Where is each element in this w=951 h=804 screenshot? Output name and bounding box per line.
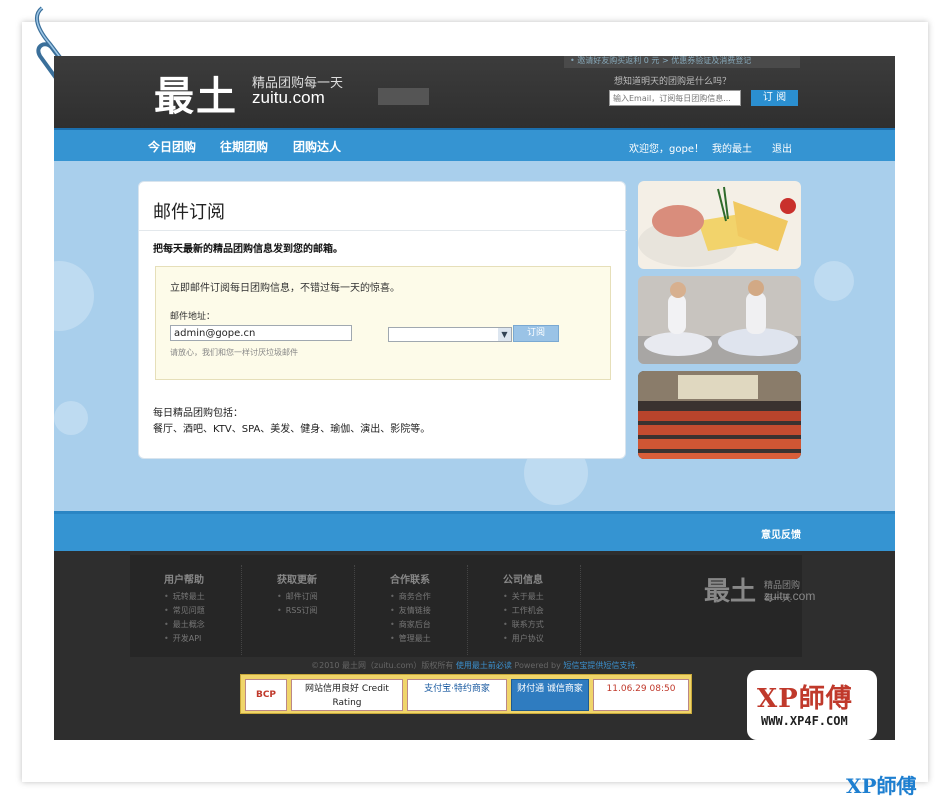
city-switch[interactable] — [378, 88, 429, 105]
header-email-input[interactable] — [609, 90, 741, 106]
card-subtitle: 把每天最新的精品团购信息发到您的邮箱。 — [153, 244, 343, 255]
footer-link[interactable]: 开发API — [164, 633, 202, 644]
spam-hint: 请放心，我们和您一样讨厌垃圾邮件 — [170, 348, 298, 357]
trust-badges: BCP 网站信用良好 Credit Rating 支付宝·特约商家 财付通 诚信… — [240, 674, 692, 714]
credit-rating-badge[interactable]: 网站信用良好 Credit Rating — [291, 679, 403, 711]
alipay-badge[interactable]: 支付宝·特约商家 — [407, 679, 507, 711]
theater-image — [638, 371, 801, 459]
nav-my-account[interactable]: 我的最土 — [712, 140, 752, 155]
footer-link[interactable]: 联系方式 — [503, 619, 544, 630]
footer-link[interactable]: 商家后台 — [390, 619, 431, 630]
feedback-band: 意见反馈 — [54, 511, 895, 551]
powered-by-text: Powered by — [511, 661, 564, 670]
decor-bubble — [814, 261, 854, 301]
footer-link[interactable]: 常见问题 — [164, 605, 205, 616]
footer-logo: 最土 — [704, 577, 757, 607]
email-label: 邮件地址： — [170, 312, 216, 322]
site-domain: zuitu.com — [252, 88, 325, 107]
city-select[interactable]: ▼ — [388, 327, 512, 342]
cnnic-badge[interactable]: 11.06.29 08:50 — [593, 679, 689, 711]
footer-link[interactable]: 管理最土 — [390, 633, 431, 644]
sms-provider-link[interactable]: 短信宝提供短信支持 — [563, 661, 635, 670]
footer-link[interactable]: 邮件订阅 — [277, 591, 318, 602]
footer-links-panel: 用户帮助 玩转最土 常见问题 最土概念 开发API 获取更新 邮件订阅 RSS订… — [130, 555, 815, 657]
footer-link[interactable]: 最土概念 — [164, 619, 205, 630]
top-links-bar[interactable]: • 邀请好友购买返利 0 元 > 优惠券验证及消费登记 — [564, 56, 800, 68]
nav-logout[interactable]: 退出 — [772, 140, 792, 155]
bcp-badge[interactable]: BCP — [245, 679, 287, 711]
subscribe-form: 立即邮件订阅每日团购信息，不错过每一天的惊喜。 邮件地址： 请放心，我们和您一样… — [155, 266, 611, 380]
chevron-down-icon[interactable]: ▼ — [498, 328, 511, 341]
footer-link[interactable]: 关于最土 — [503, 591, 544, 602]
footer-link[interactable]: 用户协议 — [503, 633, 544, 644]
decor-bubble — [54, 401, 88, 435]
footer-col-updates: 获取更新 邮件订阅 RSS订阅 — [243, 565, 355, 655]
nav-experts[interactable]: 团购达人 — [293, 138, 341, 155]
site-logo[interactable]: 最土 — [154, 64, 238, 122]
decor-bubble — [54, 261, 94, 331]
title-divider — [139, 230, 627, 231]
yoga-image — [638, 276, 801, 364]
footer-domain: zuitu.com — [764, 589, 816, 603]
readme-link[interactable]: 使用最土前必读 — [456, 661, 512, 670]
footer-col-help: 用户帮助 玩转最土 常见问题 最土概念 开发API — [130, 565, 242, 655]
footer-col-company: 公司信息 关于最土 工作机会 联系方式 用户协议 — [469, 565, 581, 655]
watermark-url: WWW.XP4F.COM — [761, 714, 848, 728]
header-subscribe-button[interactable]: 订 阅 — [751, 90, 798, 106]
form-intro: 立即邮件订阅每日团购信息，不错过每一天的惊喜。 — [170, 283, 400, 294]
corner-watermark: XP師傅 — [846, 774, 917, 798]
footer-col-title: 用户帮助 — [164, 575, 204, 586]
page-title: 邮件订阅 — [153, 202, 225, 223]
footer-col-title: 公司信息 — [503, 575, 543, 586]
subscribe-question: 想知道明天的团购是什么吗？ — [614, 77, 732, 87]
site-page: 最土 精品团购每一天 zuitu.com • 邀请好友购买返利 0 元 > 优惠… — [54, 56, 895, 740]
watermark-box: XP師傅 WWW.XP4F.COM — [747, 670, 877, 740]
site-header: 最土 精品团购每一天 zuitu.com • 邀请好友购买返利 0 元 > 优惠… — [54, 56, 895, 128]
footer-link[interactable]: 友情链接 — [390, 605, 431, 616]
copyright-end: . — [635, 661, 638, 670]
feedback-link[interactable]: 意见反馈 — [761, 526, 801, 541]
main-nav: 今日团购 往期团购 团购达人 欢迎您，gope！ 我的最土 退出 — [54, 128, 895, 161]
watermark-title: XP師傅 — [757, 684, 853, 714]
footer-link[interactable]: RSS订阅 — [277, 605, 318, 616]
footer-link[interactable]: 玩转最土 — [164, 591, 205, 602]
footer-link[interactable]: 工作机会 — [503, 605, 544, 616]
includes-list: 餐厅、酒吧、KTV、SPA、美发、健身、瑜伽、演出、影院等。 — [153, 424, 431, 435]
subscribe-card: 邮件订阅 把每天最新的精品团购信息发到您的邮箱。 立即邮件订阅每日团购信息，不错… — [138, 181, 627, 459]
includes-title: 每日精品团购包括： — [153, 408, 243, 419]
food-image — [638, 181, 801, 269]
tenpay-badge[interactable]: 财付通 诚信商家 — [511, 679, 589, 711]
nav-past[interactable]: 往期团购 — [220, 138, 268, 155]
subscribe-submit-button[interactable]: 订阅 — [513, 325, 559, 342]
copyright-text: ©2010 最土网（zuitu.com）版权所有 — [311, 661, 456, 670]
footer-col-title: 合作联系 — [390, 575, 430, 586]
main-area: 邮件订阅 把每天最新的精品团购信息发到您的邮箱。 立即邮件订阅每日团购信息，不错… — [54, 161, 895, 511]
nav-today[interactable]: 今日团购 — [148, 138, 196, 155]
footer-col-title: 获取更新 — [277, 575, 317, 586]
footer-link[interactable]: 商务合作 — [390, 591, 431, 602]
welcome-text: 欢迎您，gope！ — [629, 144, 704, 155]
email-field[interactable] — [170, 325, 352, 341]
footer-col-cooperation: 合作联系 商务合作 友情链接 商家后台 管理最土 — [356, 565, 468, 655]
